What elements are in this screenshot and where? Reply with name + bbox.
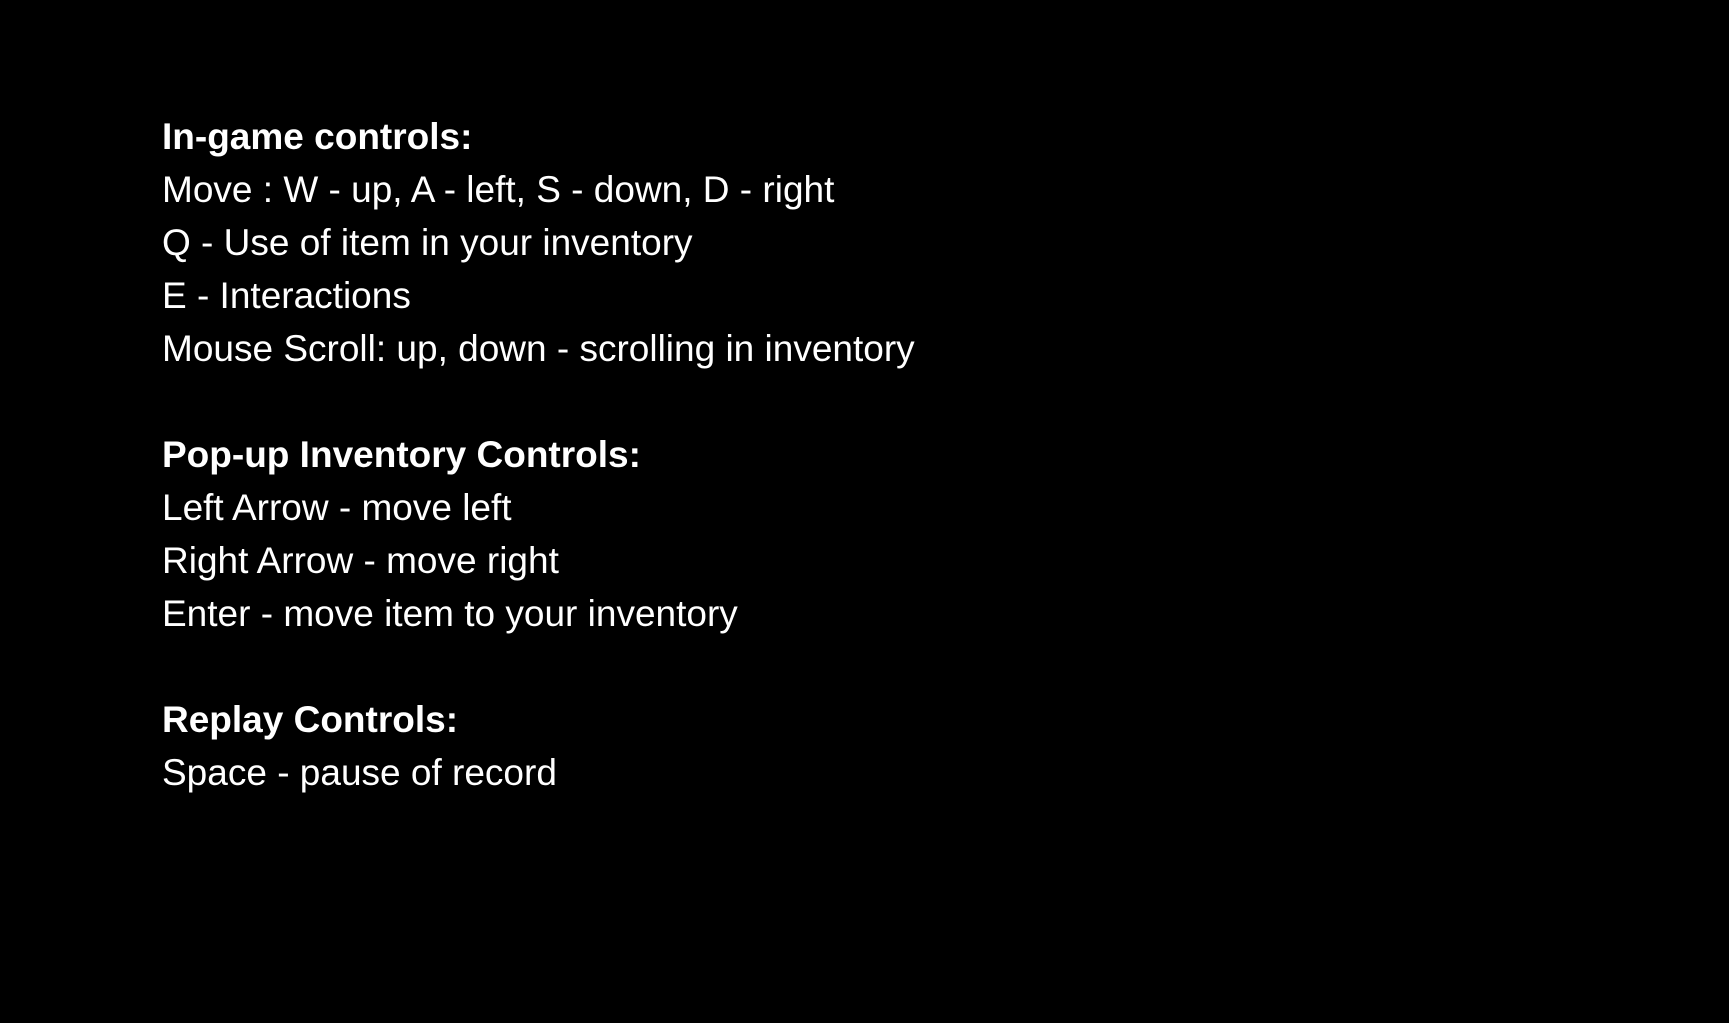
space-key-line: Space - pause of record [162, 752, 557, 793]
in-game-controls-heading: In-game controls: [162, 116, 473, 157]
replay-controls-heading: Replay Controls: [162, 699, 459, 740]
replay-controls-section: Replay Controls: Space - pause of record [162, 693, 1462, 799]
controls-help-panel: In-game controls: Move : W - up, A - lef… [162, 110, 1462, 852]
use-item-key-line: Q - Use of item in your inventory [162, 222, 693, 263]
enter-key-line: Enter - move item to your inventory [162, 593, 738, 634]
popup-inventory-controls-heading: Pop-up Inventory Controls: [162, 434, 641, 475]
move-keys-line: Move : W - up, A - left, S - down, D - r… [162, 169, 835, 210]
left-arrow-line: Left Arrow - move left [162, 487, 512, 528]
in-game-controls-section: In-game controls: Move : W - up, A - lef… [162, 110, 1462, 375]
mouse-scroll-line: Mouse Scroll: up, down - scrolling in in… [162, 328, 915, 369]
right-arrow-line: Right Arrow - move right [162, 540, 559, 581]
popup-inventory-controls-section: Pop-up Inventory Controls: Left Arrow - … [162, 428, 1462, 640]
interactions-key-line: E - Interactions [162, 275, 411, 316]
